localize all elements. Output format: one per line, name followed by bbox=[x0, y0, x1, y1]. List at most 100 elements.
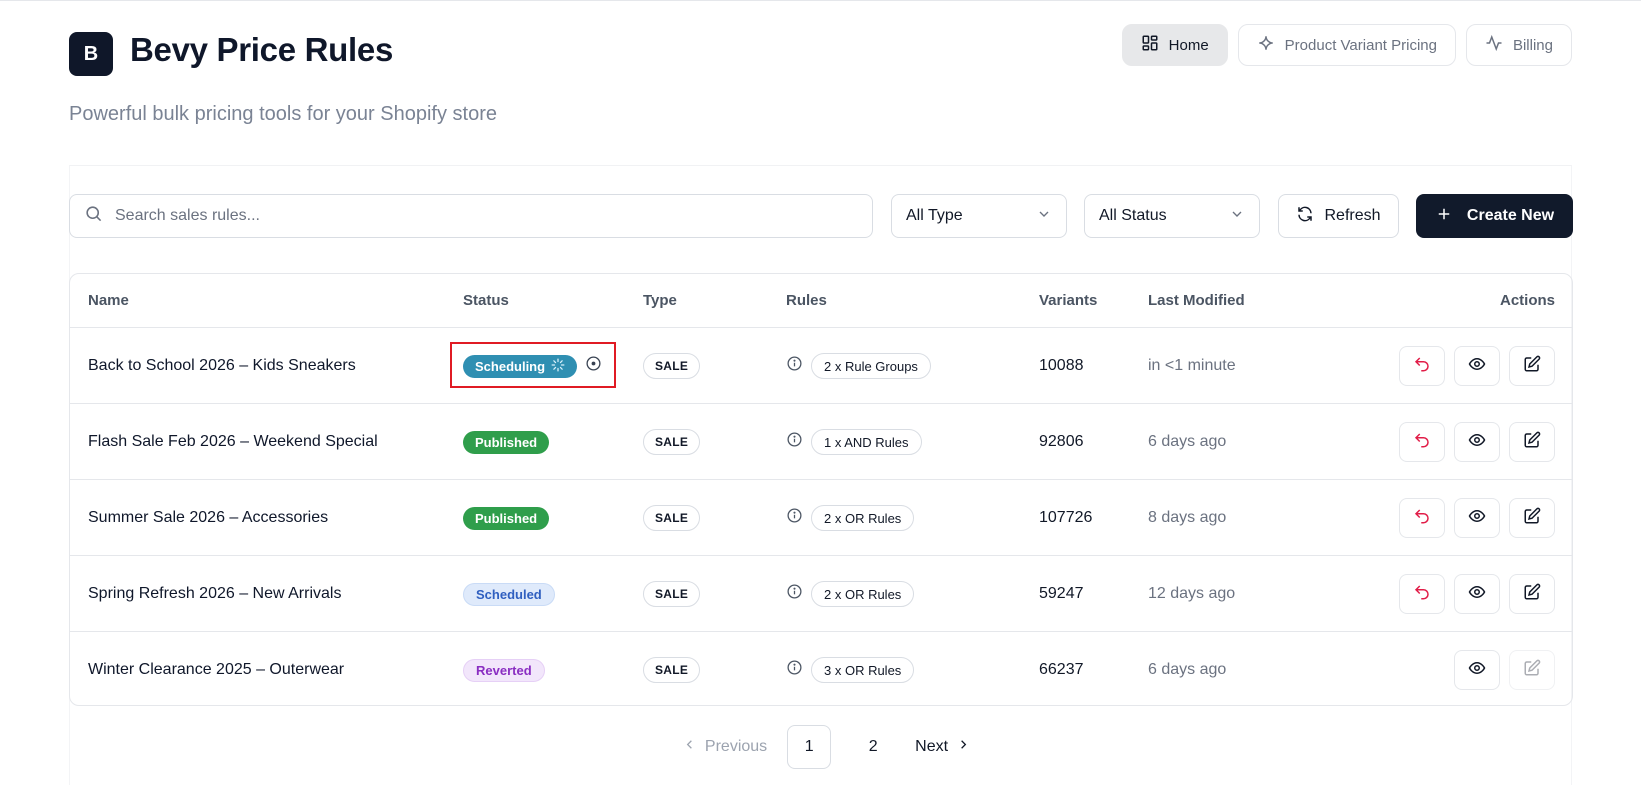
page-2-button[interactable]: 2 bbox=[851, 725, 895, 769]
edit-icon bbox=[1523, 659, 1541, 682]
revert-button[interactable] bbox=[1399, 498, 1445, 538]
rules-cell: 2 x OR Rules bbox=[786, 480, 915, 556]
rules-badge: 2 x OR Rules bbox=[811, 581, 915, 607]
search-box[interactable] bbox=[69, 194, 873, 238]
type-filter-value: All Type bbox=[906, 207, 963, 224]
rules-badge: 1 x AND Rules bbox=[811, 429, 922, 455]
edit-button[interactable] bbox=[1509, 422, 1555, 462]
edit-icon bbox=[1523, 431, 1541, 454]
header-rules: Rules bbox=[786, 292, 827, 309]
header-type: Type bbox=[643, 292, 677, 309]
type-cell: SALE bbox=[643, 404, 701, 480]
rules-cell: 3 x OR Rules bbox=[786, 632, 915, 705]
variants-count: 92806 bbox=[1039, 433, 1084, 450]
refresh-icon bbox=[1296, 205, 1314, 228]
rules-cell: 1 x AND Rules bbox=[786, 404, 922, 480]
status-cell: Reverted bbox=[463, 632, 545, 705]
table-row: Winter Clearance 2025 – Outerwear Revert… bbox=[70, 632, 1572, 705]
info-icon[interactable] bbox=[786, 659, 803, 681]
view-button[interactable] bbox=[1454, 574, 1500, 614]
status-filter-value: All Status bbox=[1099, 207, 1167, 224]
edit-icon bbox=[1523, 355, 1541, 378]
revert-button[interactable] bbox=[1399, 346, 1445, 386]
top-border bbox=[0, 0, 1641, 1]
pagination: Previous 1 2 Next bbox=[0, 724, 1641, 770]
plus-icon bbox=[1435, 205, 1453, 228]
info-icon[interactable] bbox=[786, 431, 803, 453]
actions-cell bbox=[1399, 328, 1555, 404]
eye-icon bbox=[1468, 431, 1486, 454]
status-cell: Published bbox=[463, 480, 550, 556]
rules-cell: 2 x OR Rules bbox=[786, 556, 915, 632]
page-title: Bevy Price Rules bbox=[130, 31, 394, 68]
last-modified: in <1 minute bbox=[1148, 357, 1236, 374]
status-badge: Published bbox=[463, 506, 550, 530]
revert-button[interactable] bbox=[1399, 574, 1445, 614]
undo-icon bbox=[1413, 583, 1431, 606]
type-cell: SALE bbox=[643, 632, 701, 705]
page-subtitle: Powerful bulk pricing tools for your Sho… bbox=[69, 103, 497, 125]
view-button[interactable] bbox=[1454, 422, 1500, 462]
search-icon bbox=[84, 204, 103, 228]
next-label: Next bbox=[915, 738, 949, 755]
chevron-left-icon bbox=[682, 737, 697, 757]
status-cell: Scheduled bbox=[463, 556, 555, 632]
variants-count: 59247 bbox=[1039, 585, 1084, 602]
view-button[interactable] bbox=[1454, 498, 1500, 538]
actions-cell bbox=[1399, 480, 1555, 556]
actions-cell bbox=[1399, 556, 1555, 632]
nav-variant-pricing-label: Product Variant Pricing bbox=[1284, 36, 1437, 54]
table-row: Back to School 2026 – Kids Sneakers Sche… bbox=[70, 328, 1572, 404]
rule-name: Flash Sale Feb 2026 – Weekend Special bbox=[88, 433, 378, 450]
chevron-down-icon bbox=[1036, 206, 1052, 227]
type-filter-select[interactable]: All Type bbox=[891, 194, 1067, 238]
status-highlight-box bbox=[450, 342, 616, 388]
type-badge: SALE bbox=[643, 429, 701, 455]
refresh-button[interactable]: Refresh bbox=[1278, 194, 1399, 238]
variants-count: 10088 bbox=[1039, 357, 1084, 374]
nav-billing-button[interactable]: Billing bbox=[1465, 24, 1572, 66]
next-page-button[interactable]: Next bbox=[915, 737, 971, 757]
type-cell: SALE bbox=[643, 480, 701, 556]
info-icon[interactable] bbox=[786, 355, 803, 377]
type-badge: SALE bbox=[643, 581, 701, 607]
previous-page-button[interactable]: Previous bbox=[682, 737, 767, 757]
edit-button[interactable] bbox=[1509, 346, 1555, 386]
last-modified: 6 days ago bbox=[1148, 661, 1227, 678]
edit-button[interactable] bbox=[1509, 498, 1555, 538]
header-last-modified: Last Modified bbox=[1148, 292, 1245, 309]
logo-letter: B bbox=[83, 42, 99, 65]
actions-cell bbox=[1454, 632, 1555, 705]
last-modified: 6 days ago bbox=[1148, 433, 1227, 450]
view-button[interactable] bbox=[1454, 346, 1500, 386]
info-icon[interactable] bbox=[786, 583, 803, 605]
variants-count: 66237 bbox=[1039, 661, 1084, 678]
table-row: Flash Sale Feb 2026 – Weekend Special Pu… bbox=[70, 404, 1572, 480]
edit-button[interactable] bbox=[1509, 574, 1555, 614]
search-input[interactable] bbox=[115, 207, 815, 225]
status-filter-select[interactable]: All Status bbox=[1084, 194, 1260, 238]
type-badge: SALE bbox=[643, 353, 701, 379]
header-variants: Variants bbox=[1039, 292, 1098, 309]
type-cell: SALE bbox=[643, 328, 701, 404]
view-button[interactable] bbox=[1454, 650, 1500, 690]
header-name: Name bbox=[88, 292, 129, 309]
undo-icon bbox=[1413, 355, 1431, 378]
grid-icon bbox=[1141, 34, 1159, 56]
previous-label: Previous bbox=[704, 738, 768, 755]
status-badge: Published bbox=[463, 430, 550, 454]
rule-name: Spring Refresh 2026 – New Arrivals bbox=[88, 585, 342, 602]
sparkle-icon bbox=[1257, 34, 1275, 56]
undo-icon bbox=[1413, 431, 1431, 454]
nav-variant-pricing-button[interactable]: Product Variant Pricing bbox=[1237, 24, 1456, 66]
eye-icon bbox=[1468, 583, 1486, 606]
nav-home-button[interactable]: Home bbox=[1121, 24, 1228, 66]
chevron-right-icon bbox=[956, 737, 971, 757]
rule-name: Back to School 2026 – Kids Sneakers bbox=[88, 357, 356, 374]
create-new-label: Create New bbox=[1466, 207, 1555, 224]
table-row: Summer Sale 2026 – Accessories Published… bbox=[70, 480, 1572, 556]
create-new-button[interactable]: Create New bbox=[1416, 194, 1573, 238]
revert-button[interactable] bbox=[1399, 422, 1445, 462]
page-1-button[interactable]: 1 bbox=[787, 725, 832, 769]
info-icon[interactable] bbox=[786, 507, 803, 529]
